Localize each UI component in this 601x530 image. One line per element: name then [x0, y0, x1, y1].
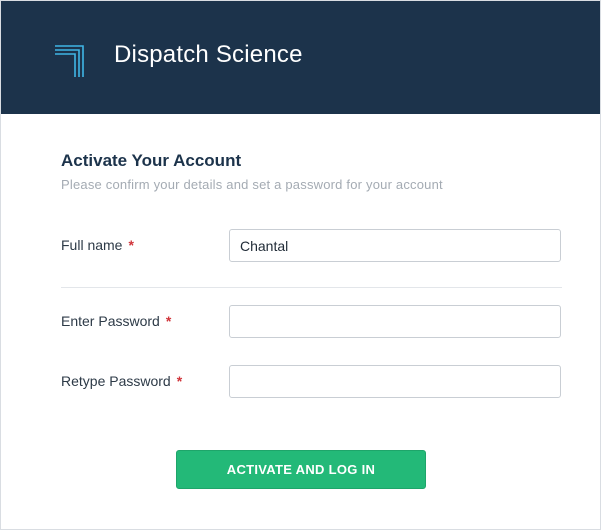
required-marker: * [128, 237, 134, 253]
form-divider [61, 287, 562, 288]
brand-name: Dispatch Science [114, 41, 303, 68]
form-title: Activate Your Account [61, 151, 242, 170]
retype-password-label: Retype Password * [61, 372, 182, 390]
full-name-label: Full name * [61, 236, 134, 254]
activation-page: Dispatch Science Activate Your Account P… [0, 0, 601, 530]
dispatch-science-logo-icon [55, 45, 84, 77]
full-name-label-text: Full name [61, 237, 123, 253]
retype-password-input[interactable] [229, 365, 561, 398]
password-input[interactable] [229, 305, 561, 338]
password-label-text: Enter Password [61, 313, 160, 329]
form-subtitle: Please confirm your details and set a pa… [61, 177, 443, 192]
full-name-input[interactable] [229, 229, 561, 262]
header-bar: Dispatch Science [1, 1, 600, 114]
required-marker: * [165, 313, 172, 329]
required-marker: * [176, 373, 183, 389]
activate-and-log-in-button[interactable]: ACTIVATE AND LOG IN [176, 450, 426, 489]
password-label: Enter Password * [61, 312, 171, 330]
retype-password-label-text: Retype Password [61, 373, 171, 389]
